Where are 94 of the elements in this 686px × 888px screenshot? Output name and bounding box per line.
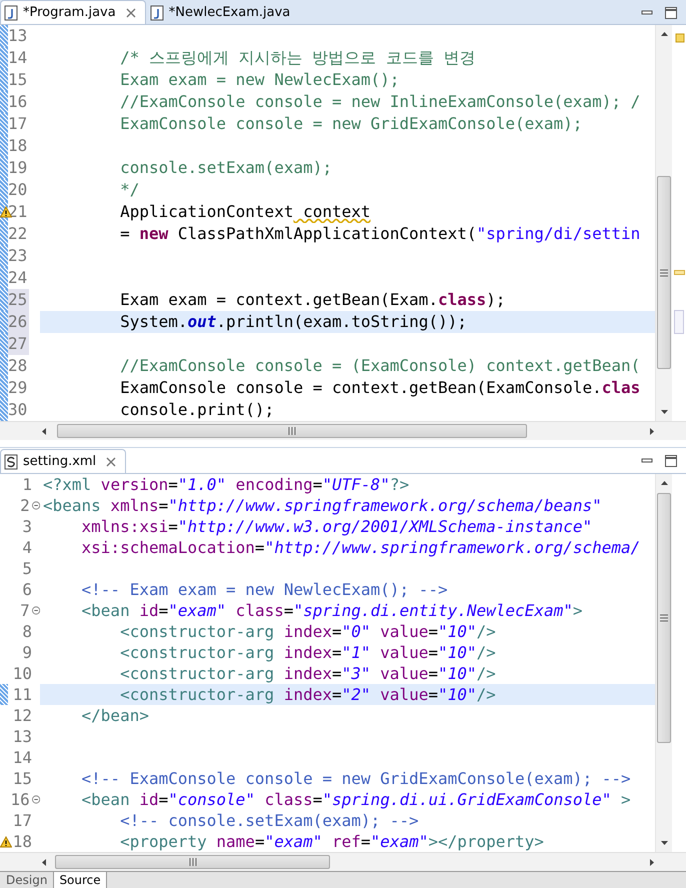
code-line: <beans xmlns="http://www.springframework.org/schema/beans"	[42, 495, 603, 516]
line-number: 6	[21, 579, 32, 600]
code-line: <!-- console.setExam(exam); -->	[119, 810, 420, 831]
code-line: console.setExam(exam);	[119, 157, 333, 179]
grip-icon	[660, 268, 668, 276]
warning-marker[interactable]	[674, 270, 685, 275]
code-line: ApplicationContext context	[119, 201, 372, 223]
horizontal-scrollbar[interactable]	[0, 852, 686, 871]
line-number: 26	[8, 311, 30, 333]
editor-mode-tab[interactable]: Design	[0, 872, 54, 888]
code-line: */	[119, 179, 140, 201]
code-line: <bean id="exam" class="spring.di.entity.NewlecExam">	[80, 600, 584, 621]
code-line: <bean id="console" class="spring.di.ui.GridExamConsole" >	[80, 789, 632, 810]
code-line: <property name="exam" ref="exam"></property>	[119, 831, 545, 852]
java-file-icon	[150, 4, 164, 20]
line-number: 20	[8, 179, 28, 201]
collapse-icon[interactable]	[32, 795, 40, 804]
grip-icon	[188, 858, 196, 866]
line-number: 15	[12, 768, 32, 789]
line-number: 17	[12, 810, 32, 831]
line-number: 23	[8, 245, 28, 267]
grip-icon	[660, 614, 668, 622]
line-number: 25	[8, 289, 30, 311]
scroll-down-icon[interactable]	[660, 838, 668, 847]
code-line: <constructor-arg index="1" value="10"/>	[119, 642, 497, 663]
code-line: //ExamConsole console = (ExamConsole) context.getBean(	[119, 355, 642, 377]
line-number: 4	[21, 537, 32, 558]
line-number: 1	[21, 474, 32, 495]
editor-tab[interactable]: setting.xml	[0, 449, 126, 473]
scroll-up-icon[interactable]	[660, 30, 668, 39]
line-number: 3	[21, 516, 32, 537]
line-number: 16	[10, 789, 30, 810]
line-number: 22	[8, 223, 28, 245]
editor-tab[interactable]: *Program.java	[0, 0, 146, 24]
warning-marker[interactable]	[675, 33, 685, 43]
line-number: 29	[8, 377, 28, 399]
code-line: <!-- ExamConsole console = new GridExamConsole(exam); -->	[80, 768, 632, 789]
scroll-up-icon[interactable]	[660, 479, 668, 488]
code-line: console.print();	[119, 399, 276, 421]
close-icon[interactable]	[124, 6, 137, 18]
code-line: xsi:schemaLocation="http://www.springframework.org/schema/	[80, 537, 642, 558]
vertical-scrollbar[interactable]	[655, 474, 672, 852]
line-number: 13	[8, 25, 28, 47]
scroll-right-icon[interactable]	[647, 858, 656, 866]
xml-file-icon	[4, 454, 18, 470]
line-number: 11	[12, 684, 32, 705]
line-number: 16	[8, 91, 28, 113]
scroll-down-icon[interactable]	[660, 407, 668, 416]
scroll-right-icon[interactable]	[647, 426, 656, 436]
scroll-left-icon[interactable]	[40, 426, 49, 436]
code-line: = new ClassPathXmlApplicationContext("spring/di/settin	[119, 223, 642, 245]
code-line: ExamConsole console = new GridExamConsole(exam);	[119, 113, 584, 135]
grip-icon	[288, 427, 296, 435]
code-line: <?xml version="1.0" encoding="UTF-8"?>	[42, 474, 410, 495]
line-number: 15	[8, 69, 28, 91]
editor-mode-tab[interactable]: Source	[53, 872, 107, 888]
code-line: Exam exam = context.getBean(Exam.class);	[119, 289, 506, 311]
code-line: ExamConsole console = context.getBean(ExamConsole.clas	[119, 377, 642, 399]
code-line: /* 스프링에게 지시하는 방법으로 코드를 변경	[119, 47, 476, 69]
java-file-icon	[4, 4, 18, 20]
maximize-icon[interactable]	[664, 454, 678, 468]
maximize-icon[interactable]	[664, 6, 678, 20]
code-line: <!-- Exam exam = new NewlecExam(); -->	[80, 579, 449, 600]
line-number: 14	[8, 47, 28, 69]
code-line: xmlns:xsi="http://www.w3.org/2001/XMLSchema-instance"	[80, 516, 594, 537]
code-line: Exam exam = new NewlecExam();	[119, 69, 400, 91]
collapse-icon[interactable]	[32, 501, 40, 510]
collapse-icon[interactable]	[32, 606, 40, 615]
horizontal-scrollbar[interactable]	[0, 421, 686, 440]
code-line: </bean>	[80, 705, 150, 726]
line-number: 18	[8, 135, 28, 157]
code-line: //ExamConsole console = new InlineExamConsole(exam); /	[119, 91, 642, 113]
line-number: 12	[12, 705, 32, 726]
line-number: 27	[8, 333, 30, 355]
line-number: 30	[8, 399, 28, 421]
line-number: 13	[12, 726, 32, 747]
line-number: 14	[12, 747, 32, 768]
line-number: 5	[21, 558, 32, 579]
line-number: 17	[8, 113, 28, 135]
code-line: <constructor-arg index="0" value="10"/>	[119, 621, 497, 642]
line-number: 19	[8, 157, 28, 179]
line-number: 24	[8, 267, 28, 289]
close-icon[interactable]	[105, 456, 118, 468]
line-number: 7	[19, 600, 30, 621]
line-number: 18	[12, 831, 32, 852]
editor-tab[interactable]: *NewlecExam.java	[146, 0, 300, 24]
line-number: 8	[21, 621, 32, 642]
vertical-scrollbar[interactable]	[655, 25, 672, 421]
line-number: 2	[19, 495, 30, 516]
scroll-left-icon[interactable]	[40, 858, 49, 866]
code-line: <constructor-arg index="3" value="10"/>	[119, 663, 497, 684]
line-number: 10	[12, 663, 32, 684]
line-number: 9	[21, 642, 32, 663]
line-number: 28	[8, 355, 28, 377]
